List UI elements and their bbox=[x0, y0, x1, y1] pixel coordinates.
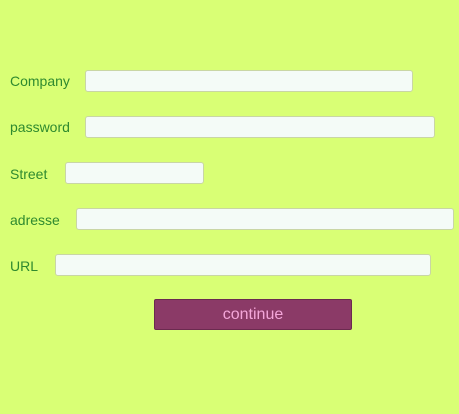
company-input[interactable] bbox=[85, 70, 413, 92]
continue-button[interactable]: continue bbox=[154, 299, 352, 330]
url-label: URL bbox=[10, 258, 39, 274]
company-label: Company bbox=[10, 73, 70, 89]
street-input[interactable] bbox=[65, 162, 204, 184]
street-label: Street bbox=[10, 166, 48, 182]
adresse-label: adresse bbox=[10, 212, 60, 228]
url-input[interactable] bbox=[55, 254, 431, 276]
password-input[interactable] bbox=[85, 116, 435, 138]
adresse-input[interactable] bbox=[76, 208, 454, 230]
password-label: password bbox=[10, 119, 70, 135]
